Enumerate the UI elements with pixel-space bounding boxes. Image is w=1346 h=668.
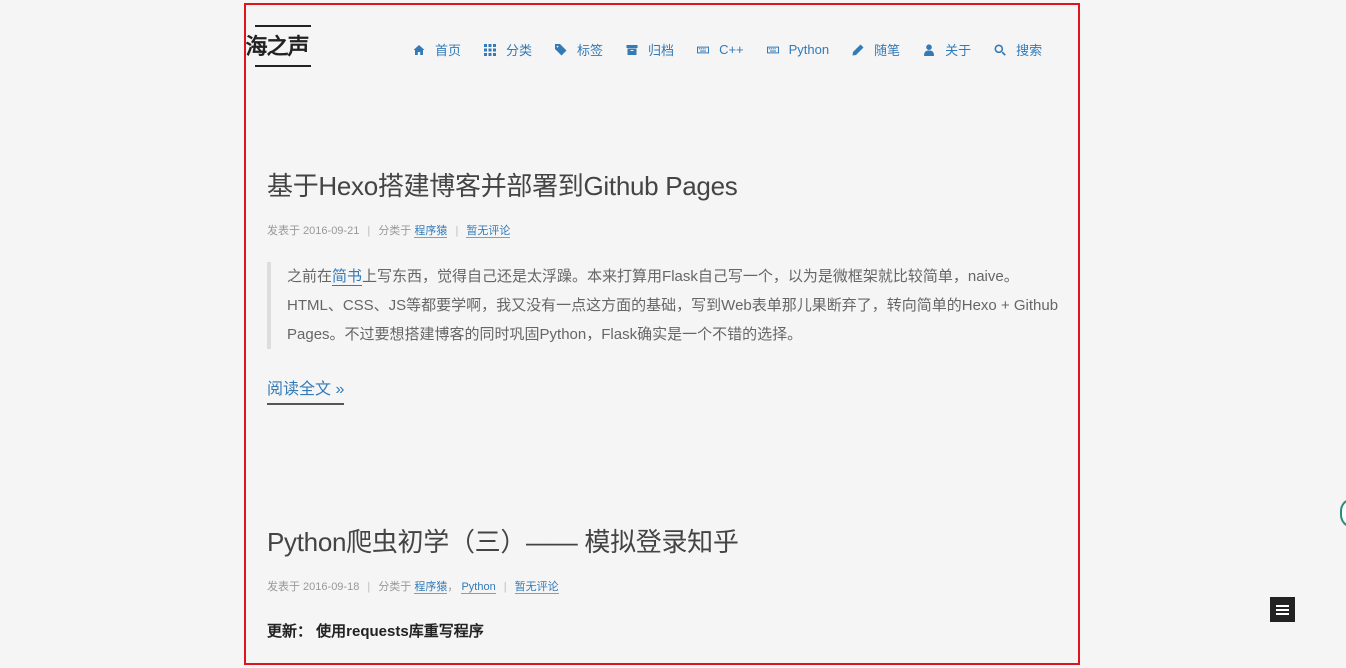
post-category-prefix: 分类于 xyxy=(378,225,412,237)
post-meta: 发表于 2016-09-21 | 分类于 程序猿 | 暂无评论 xyxy=(267,224,1063,238)
meta-separator: | xyxy=(503,581,507,593)
nav-item-categories[interactable]: 分类 xyxy=(483,40,532,59)
home-icon xyxy=(412,43,426,57)
nav-label-search: 搜索 xyxy=(1016,43,1043,58)
th-icon xyxy=(483,43,497,57)
nav-label-essays: 随笔 xyxy=(874,43,901,58)
post-excerpt: 之前在简书上写东西，觉得自己还是太浮躁。本来打算用Flask自己写一个，以为是微… xyxy=(267,262,1062,349)
archive-icon xyxy=(625,43,639,57)
nav-item-tags[interactable]: 标签 xyxy=(554,40,603,59)
post-item: Python爬虫初学（三）—— 模拟登录知乎 发表于 2016-09-18 | … xyxy=(267,526,1063,641)
nav-label-archive: 归档 xyxy=(648,43,675,58)
post-date: 发表于 2016-09-18 xyxy=(267,581,360,593)
nav-item-about[interactable]: 关于 xyxy=(922,40,971,59)
content-frame: 海之声 首页 分类 标签 归档 C++ Python 随笔 关于 搜索 基于He… xyxy=(244,3,1080,665)
user-icon xyxy=(922,43,936,57)
nav-label-python: Python xyxy=(788,42,830,57)
meta-separator: | xyxy=(367,225,371,237)
post-category-link[interactable]: 程序猿 xyxy=(414,225,448,238)
nav-label-cpp: C++ xyxy=(719,42,744,57)
post-category-prefix: 分类于 xyxy=(378,581,412,593)
tags-icon xyxy=(554,43,568,57)
jianshu-link[interactable]: 简书 xyxy=(332,268,363,286)
category-joiner: ， xyxy=(447,581,459,593)
keyboard-icon xyxy=(696,43,710,57)
excerpt-text-after: 上写东西，觉得自己还是太浮躁。本来打算用Flask自己写一个，以为是微框架就比较… xyxy=(287,268,1059,343)
site-logo[interactable]: 海之声 xyxy=(246,25,311,67)
sidebar-toggle-button[interactable] xyxy=(1270,597,1295,622)
nav-label-home: 首页 xyxy=(435,43,462,58)
post-meta: 发表于 2016-09-18 | 分类于 程序猿， Python | 暂无评论 xyxy=(267,580,1063,594)
search-icon xyxy=(993,43,1007,57)
post-date: 发表于 2016-09-21 xyxy=(267,225,360,237)
nav-item-python[interactable]: Python xyxy=(766,40,829,59)
post-comments-link[interactable]: 暂无评论 xyxy=(466,225,511,238)
meta-separator: | xyxy=(455,225,459,237)
nav-item-cpp[interactable]: C++ xyxy=(696,40,744,59)
nav-label-tags: 标签 xyxy=(577,43,604,58)
post-item: 基于Hexo搭建博客并部署到Github Pages 发表于 2016-09-2… xyxy=(267,170,1063,405)
nav-label-about: 关于 xyxy=(945,43,972,58)
read-more-link[interactable]: 阅读全文 » xyxy=(267,375,345,405)
nav-item-search[interactable]: 搜索 xyxy=(993,40,1042,59)
keyboard-icon xyxy=(766,43,780,57)
edge-widget-tab[interactable] xyxy=(1340,498,1346,528)
nav-item-archive[interactable]: 归档 xyxy=(625,40,674,59)
post-category-link[interactable]: Python xyxy=(461,581,496,594)
post-update-note: 更新： 使用requests库重写程序 xyxy=(267,623,484,640)
meta-separator: | xyxy=(367,581,371,593)
pencil-icon xyxy=(851,43,865,57)
post-comments-link[interactable]: 暂无评论 xyxy=(514,581,559,594)
main-nav: 首页 分类 标签 归档 C++ Python 随笔 关于 搜索 xyxy=(412,40,1042,59)
menu-icon xyxy=(1276,604,1289,615)
post-title[interactable]: Python爬虫初学（三）—— 模拟登录知乎 xyxy=(267,526,1063,558)
post-title[interactable]: 基于Hexo搭建博客并部署到Github Pages xyxy=(267,170,1063,202)
site-logo-text: 海之声 xyxy=(245,34,310,59)
nav-item-essays[interactable]: 随笔 xyxy=(851,40,900,59)
nav-label-categories: 分类 xyxy=(506,43,533,58)
post-category-link[interactable]: 程序猿 xyxy=(414,581,448,594)
excerpt-text-before: 之前在 xyxy=(287,268,333,285)
nav-item-home[interactable]: 首页 xyxy=(412,40,461,59)
